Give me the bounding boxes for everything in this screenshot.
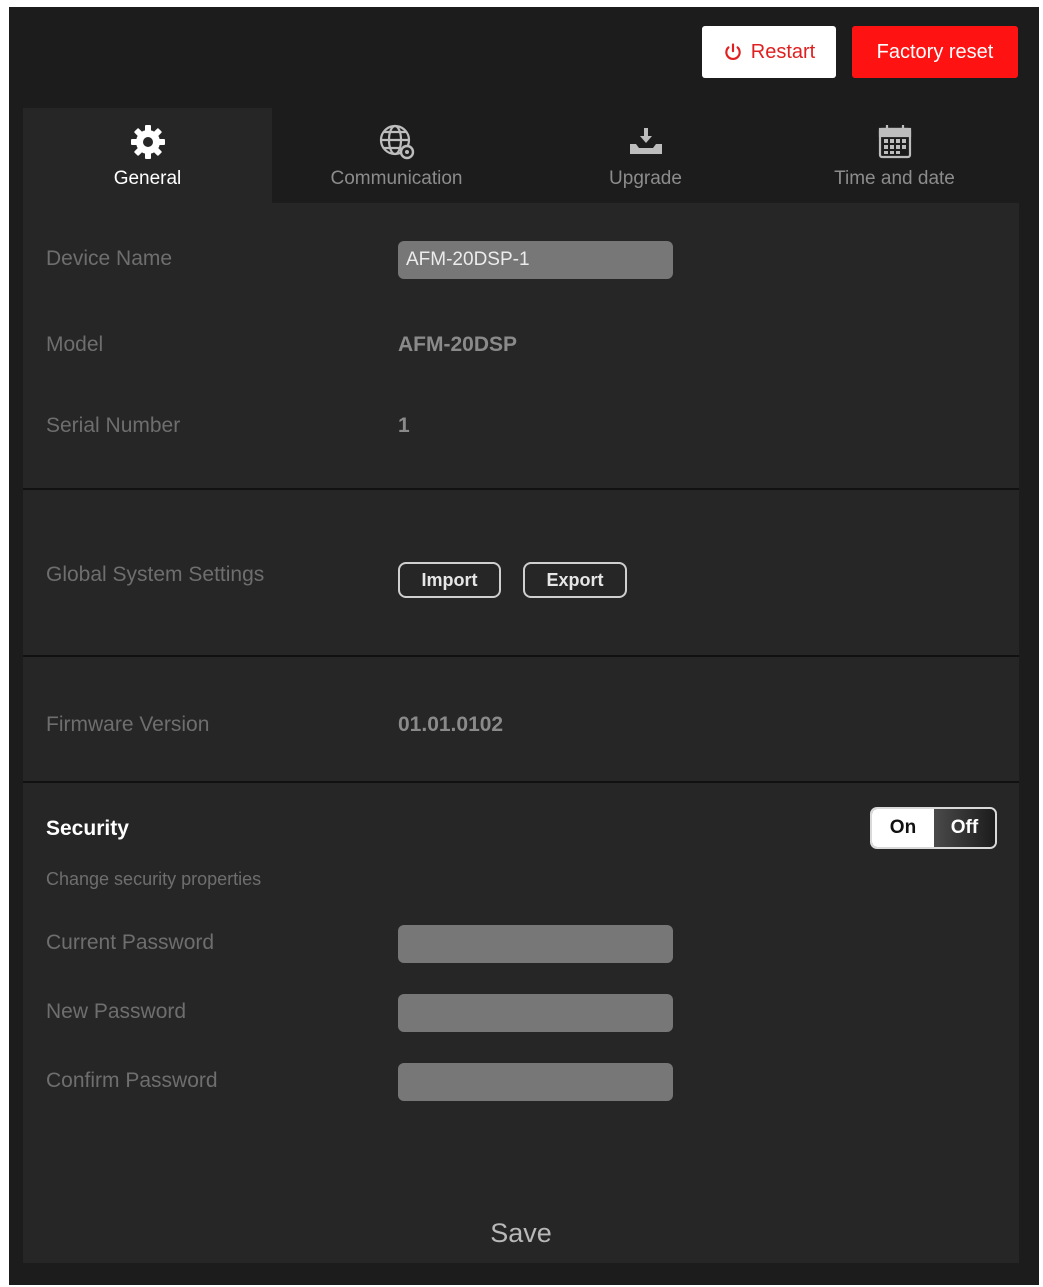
toggle-on[interactable]: On <box>872 809 934 847</box>
current-password-input[interactable] <box>398 925 673 963</box>
serial-number-value: 1 <box>398 414 410 437</box>
tab-general-label: General <box>113 168 182 189</box>
top-actions: Restart Factory reset <box>702 26 1018 78</box>
device-name-input[interactable] <box>398 241 673 279</box>
new-password-label: New Password <box>46 1000 187 1023</box>
save-label: Save <box>490 1217 552 1248</box>
restart-label: Restart <box>750 40 816 63</box>
export-label: Export <box>546 569 604 590</box>
gear-icon <box>126 120 170 164</box>
globe-gear-icon <box>375 120 419 164</box>
general-panel: Device Name Model AFM-20DSP Serial Numbe… <box>23 203 1019 1263</box>
tab-communication[interactable]: Communication <box>272 108 521 203</box>
tab-general[interactable]: General <box>23 108 272 203</box>
upload-tray-icon <box>624 120 668 164</box>
settings-window: Restart Factory reset General Communicat… <box>9 7 1039 1285</box>
firmware-version-label: Firmware Version <box>46 713 210 736</box>
serial-number-label: Serial Number <box>46 414 181 437</box>
model-value: AFM-20DSP <box>398 333 518 356</box>
security-section: Security Change security properties On O… <box>23 783 1019 1263</box>
firmware-version-value: 01.01.0102 <box>398 713 504 736</box>
toggle-off[interactable]: Off <box>934 809 995 847</box>
global-settings-section: Global System Settings Import Export <box>23 490 1019 657</box>
save-button[interactable]: Save <box>471 1213 571 1253</box>
factory-reset-label: Factory reset <box>876 40 994 63</box>
tab-upgrade-label: Upgrade <box>609 168 682 189</box>
model-label: Model <box>46 333 104 356</box>
security-subtitle: Change security properties <box>46 869 262 889</box>
import-button[interactable]: Import <box>398 562 501 598</box>
global-settings-label: Global System Settings <box>46 563 265 586</box>
firmware-section: Firmware Version 01.01.0102 <box>23 657 1019 783</box>
restart-button[interactable]: Restart <box>702 26 836 78</box>
factory-reset-button[interactable]: Factory reset <box>852 26 1018 78</box>
tab-upgrade[interactable]: Upgrade <box>521 108 770 203</box>
confirm-password-label: Confirm Password <box>46 1069 218 1092</box>
power-icon <box>725 43 741 60</box>
device-info-section: Device Name Model AFM-20DSP Serial Numbe… <box>23 203 1019 490</box>
security-title: Security <box>46 817 129 840</box>
new-password-input[interactable] <box>398 994 673 1032</box>
import-label: Import <box>421 569 478 590</box>
export-button[interactable]: Export <box>523 562 627 598</box>
device-name-label: Device Name <box>46 247 173 270</box>
current-password-label: Current Password <box>46 931 215 954</box>
tab-time-and-date[interactable]: Time and date <box>770 108 1019 203</box>
calendar-icon <box>873 120 917 164</box>
tab-communication-label: Communication <box>330 168 463 189</box>
confirm-password-input[interactable] <box>398 1063 673 1101</box>
tab-time-and-date-label: Time and date <box>834 168 955 189</box>
tab-bar: General Communication Upgrade Time and d… <box>23 108 1019 203</box>
security-toggle[interactable]: On Off <box>870 807 997 849</box>
